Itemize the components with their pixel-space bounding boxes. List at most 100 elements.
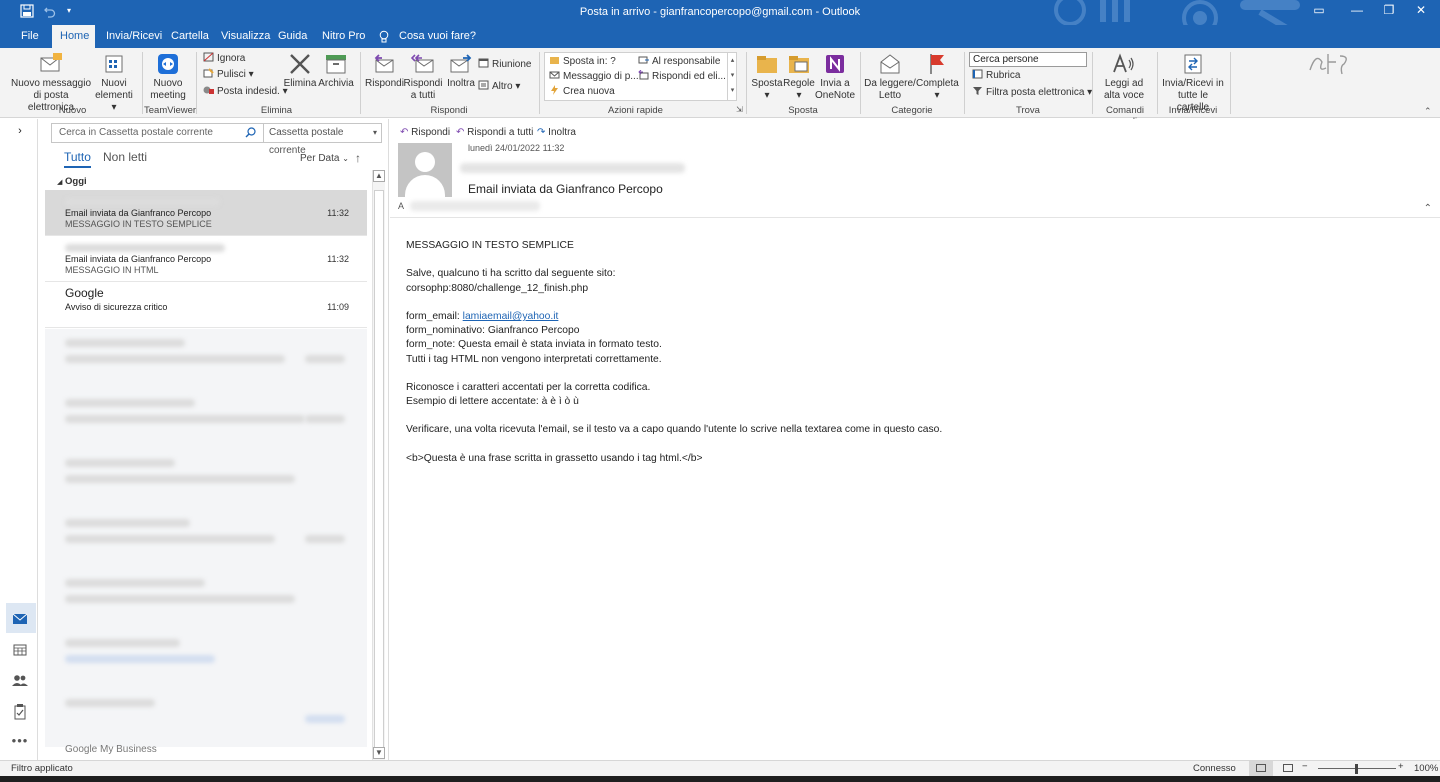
mail-icon[interactable] xyxy=(9,609,31,629)
unread-read-button[interactable]: Da leggere/ Letto xyxy=(864,52,916,102)
avatar-head xyxy=(415,152,435,172)
filter-tab-unread[interactable]: Non letti xyxy=(103,150,147,164)
teamviewer-icon xyxy=(158,54,178,74)
dialog-launcher-icon[interactable]: ⇲ xyxy=(736,105,743,114)
group-separator xyxy=(539,52,540,114)
maximize-button[interactable]: ❐ xyxy=(1374,3,1404,21)
filter-tab-all[interactable]: Tutto xyxy=(64,150,91,168)
reply-action[interactable]: ↶ Rispondi xyxy=(400,127,450,138)
meeting-reply-button[interactable]: Riunione xyxy=(478,58,531,72)
message-item-1[interactable]: Email inviata da Gianfranco Percopo MESS… xyxy=(45,190,367,236)
tab-help[interactable]: Guida xyxy=(270,25,315,48)
scrollbar-thumb[interactable] xyxy=(374,190,384,755)
tasks-icon[interactable] xyxy=(9,702,31,722)
zoom-in-icon[interactable]: + xyxy=(1398,761,1404,772)
scroll-down-icon[interactable]: ▼ xyxy=(373,747,385,759)
tab-folder[interactable]: Cartella xyxy=(163,25,217,48)
cleanup-button[interactable]: Pulisci ▾ xyxy=(203,68,254,82)
group-separator xyxy=(964,52,965,114)
body-line: Esempio di lettere accentate: à è ì ò ù xyxy=(406,396,579,408)
tab-nitro-pro[interactable]: Nitro Pro xyxy=(314,25,373,48)
quickstep-create-new[interactable]: Crea nuova xyxy=(549,85,615,99)
follow-up-button[interactable]: Completa ▾ xyxy=(916,52,959,102)
tab-send-receive[interactable]: Invia/Ricevi xyxy=(98,25,170,48)
send-to-onenote-button[interactable]: Invia a OneNote xyxy=(815,52,855,102)
redacted-sender xyxy=(65,198,220,206)
more-respond-button[interactable]: Altro ▾ xyxy=(478,80,520,94)
normal-view-icon[interactable] xyxy=(1249,761,1273,776)
redacted-text xyxy=(65,699,155,707)
quickstep-team-email[interactable]: Messaggio di p... xyxy=(549,70,639,84)
message-item-2[interactable]: Email inviata da Gianfranco Percopo MESS… xyxy=(45,236,367,282)
people-icon[interactable] xyxy=(9,670,31,690)
search-people-input[interactable]: Cerca persone xyxy=(969,52,1087,67)
tab-view[interactable]: Visualizza xyxy=(213,25,278,48)
reply-button[interactable]: Rispondi xyxy=(365,52,404,90)
minimize-button[interactable]: — xyxy=(1342,3,1372,21)
read-aloud-button[interactable]: Leggi ad alta voce xyxy=(1100,52,1148,102)
search-scope-dropdown[interactable]: Cassetta postale corrente ▾ xyxy=(264,123,382,156)
reply-all-action[interactable]: ↶ Rispondi a tutti xyxy=(456,127,533,138)
junk-button[interactable]: Posta indesid. ▾ xyxy=(203,85,288,99)
reply-all-icon xyxy=(411,54,434,73)
sort-direction-icon[interactable]: ↑ xyxy=(355,151,361,165)
ignore-button[interactable]: Ignora xyxy=(203,52,245,66)
tell-me-box[interactable]: Cosa vuoi fare? xyxy=(399,25,476,48)
email-link[interactable]: lamiaemail@yahoo.it xyxy=(463,311,559,322)
body-blank-line xyxy=(406,253,1406,267)
tab-home[interactable]: Home xyxy=(52,25,95,48)
zoom-level[interactable]: 100% xyxy=(1414,763,1438,774)
collapse-header-icon[interactable]: ⌃ xyxy=(1424,203,1432,214)
message-sender: Google My Business xyxy=(65,744,157,755)
quick-steps-scroll[interactable]: ▴ ▾ ▾ xyxy=(727,53,737,100)
redacted-recipient xyxy=(410,201,540,211)
reading-view-icon[interactable] xyxy=(1283,764,1293,772)
group-header-today[interactable]: ◢ Oggi xyxy=(57,176,87,187)
ribbon-display-options-icon[interactable]: ▭ xyxy=(1304,3,1334,21)
scroll-up-icon[interactable]: ▲ xyxy=(373,170,385,182)
zoom-out-icon[interactable]: − xyxy=(1302,761,1308,772)
expand-folder-pane-icon[interactable]: › xyxy=(9,125,31,145)
group-separator xyxy=(1230,52,1231,114)
delete-button[interactable]: Elimina xyxy=(282,52,318,90)
collapse-ribbon-icon[interactable]: ⌃ xyxy=(1424,106,1432,117)
more-apps-icon[interactable]: ••• xyxy=(9,733,31,753)
body-line-email: form_email: lamiaemail@yahoo.it xyxy=(406,310,559,322)
message-list-pane: Cerca in Cassetta postale corrente Casse… xyxy=(39,119,389,760)
message-list-scrollbar[interactable]: ▲ ▼ xyxy=(372,170,385,760)
filter-email-button[interactable]: Filtra posta elettronica ▾ xyxy=(972,86,1092,100)
taskbar-edge xyxy=(0,776,1440,782)
address-book-button[interactable]: Rubrica xyxy=(972,69,1020,83)
send-receive-icon xyxy=(1184,54,1202,74)
forward-button[interactable]: Inoltra xyxy=(443,52,479,90)
reply-icon: ↶ xyxy=(400,127,409,138)
close-button[interactable]: ✕ xyxy=(1406,3,1436,21)
archive-button[interactable]: Archivia xyxy=(318,52,354,90)
group-separator xyxy=(142,52,143,114)
reply-delete-icon xyxy=(638,70,649,80)
group-label-delete: Elimina xyxy=(260,105,293,116)
tab-file[interactable]: File xyxy=(13,25,47,48)
reply-all-icon: ↶ xyxy=(456,127,465,138)
calendar-icon[interactable] xyxy=(9,640,31,660)
sort-by-dropdown[interactable]: Per Data ⌄ xyxy=(300,153,349,164)
reply-icon xyxy=(374,54,394,73)
move-button[interactable]: Sposta ▾ xyxy=(751,52,783,102)
forward-action[interactable]: ↷ Inoltra xyxy=(537,127,576,138)
zoom-slider-handle[interactable] xyxy=(1355,764,1358,774)
quickstep-reply-delete[interactable]: Rispondi ed eli... xyxy=(638,70,726,84)
redacted-text xyxy=(65,355,285,363)
search-icon[interactable] xyxy=(245,127,256,138)
quickstep-manager[interactable]: Al responsabile xyxy=(638,55,720,69)
redacted-text xyxy=(65,639,180,647)
rules-button[interactable]: Regole ▾ xyxy=(783,52,815,102)
reply-all-button[interactable]: Rispondi a tutti xyxy=(403,52,443,102)
search-input[interactable]: Cerca in Cassetta postale corrente xyxy=(51,123,264,143)
message-time: 11:32 xyxy=(327,254,349,264)
body-line: form_nominativo: Gianfranco Percopo xyxy=(406,325,580,337)
message-sender: Google xyxy=(65,286,104,300)
new-meeting-button[interactable]: Nuovo meeting xyxy=(146,52,190,102)
delete-icon xyxy=(290,54,310,74)
quickstep-move[interactable]: Sposta in: ? xyxy=(549,55,616,69)
message-item-3[interactable]: Google Avviso di sicurezza critico 11:09 xyxy=(45,282,367,328)
